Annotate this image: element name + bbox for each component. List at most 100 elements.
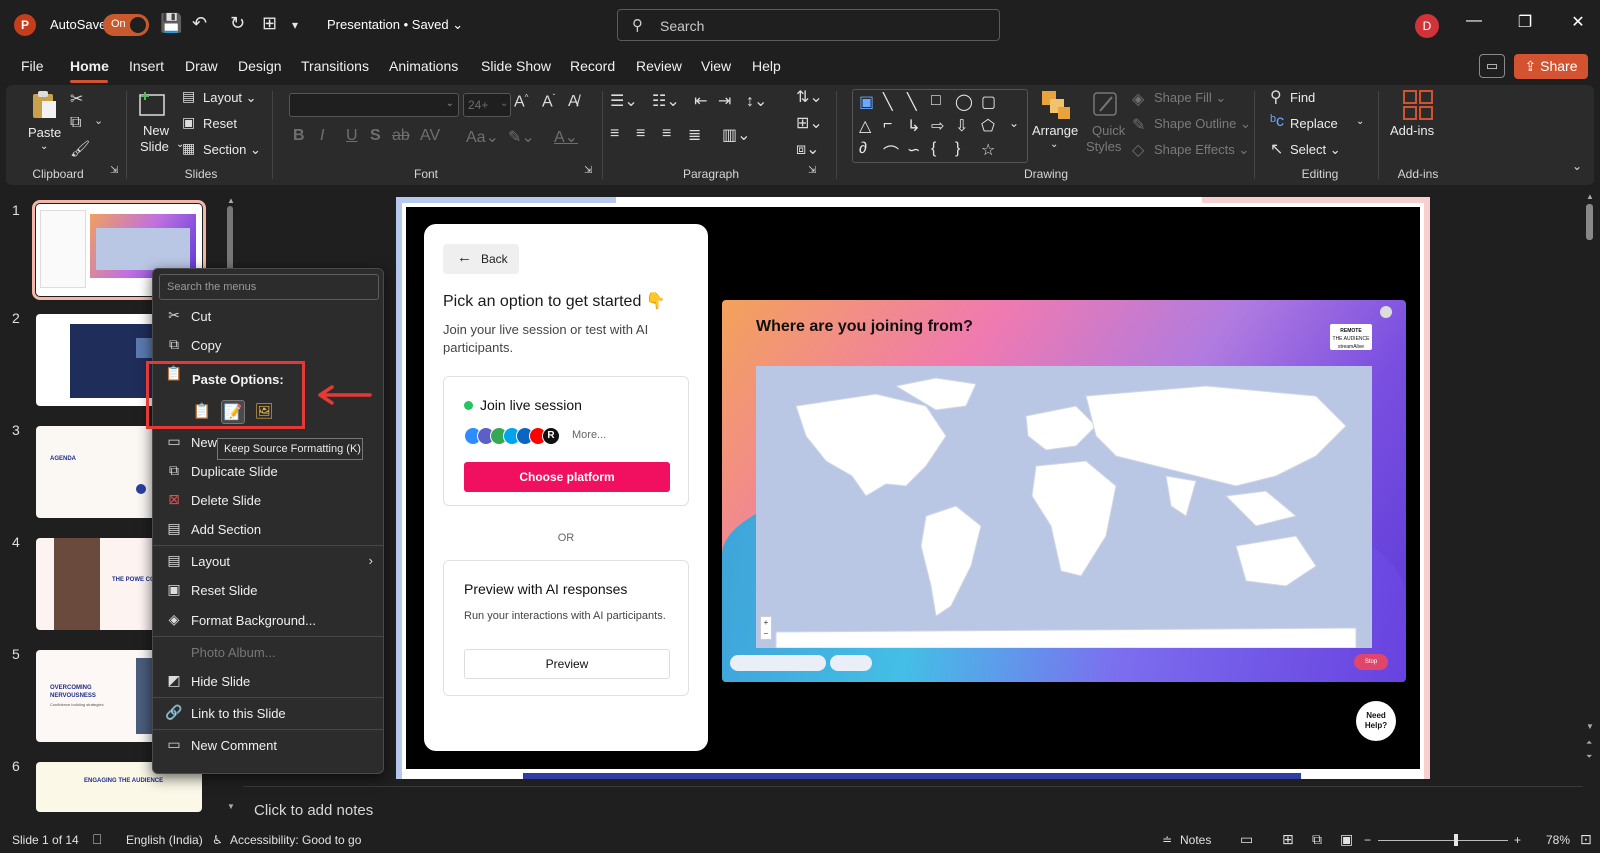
shapes-more-icon[interactable]: ⌄ <box>1009 116 1019 130</box>
quick-styles-label-1[interactable]: Quick <box>1092 123 1125 138</box>
replace-dropdown-icon[interactable]: ⌄ <box>1356 116 1364 127</box>
map-toolbar[interactable] <box>730 655 826 671</box>
slide-canvas[interactable]: ← Back Pick an option to get started 👇 J… <box>396 197 1430 779</box>
copy-dropdown-icon[interactable]: ⌄ <box>94 114 103 127</box>
smartart-icon[interactable]: ⧈⌄ <box>796 139 820 159</box>
stop-button[interactable]: Stop <box>1354 654 1388 670</box>
save-icon[interactable]: 💾 <box>160 13 182 34</box>
curve-shape-icon[interactable]: ∽ <box>907 140 920 160</box>
zoom-in-icon[interactable]: + <box>1514 833 1521 847</box>
scroll-up-icon[interactable]: ▲ <box>227 196 235 205</box>
format-background-menu-item[interactable]: ◈ Format Background... <box>153 607 383 633</box>
tab-view[interactable]: View <box>701 58 731 74</box>
slide-scrollbar[interactable]: ▲ ▼ ⏶ ⏷ <box>1583 192 1597 772</box>
scroll-down-icon[interactable]: ▼ <box>227 802 235 811</box>
oval-shape-icon[interactable]: ◯ <box>955 92 973 112</box>
language-status[interactable]: English (India) <box>126 833 203 847</box>
font-launcher-icon[interactable]: ⇲ <box>584 165 592 176</box>
clipboard-launcher-icon[interactable]: ⇲ <box>110 165 118 176</box>
textbox-shape-icon[interactable]: ▣ <box>859 92 874 112</box>
share-button[interactable]: ⇪ Share <box>1514 54 1588 79</box>
use-destination-theme-icon[interactable]: 📋 <box>190 400 214 424</box>
redo-icon[interactable]: ↻ <box>230 13 245 34</box>
more-platforms-link[interactable]: More... <box>572 429 606 441</box>
tab-design[interactable]: Design <box>238 58 282 74</box>
tab-record[interactable]: Record <box>570 58 615 74</box>
new-slide-icon[interactable] <box>137 89 169 121</box>
freeform-shape-icon[interactable]: ∂ <box>859 140 867 158</box>
notes-button[interactable]: Notes <box>1180 833 1211 847</box>
scroll-up-icon[interactable]: ▲ <box>1586 192 1594 201</box>
shape-effects-button[interactable]: Shape Effects ⌄ <box>1154 142 1249 158</box>
scroll-thumb[interactable] <box>227 206 233 276</box>
layout-button[interactable]: Layout ⌄ <box>203 90 257 106</box>
keep-source-formatting-icon[interactable]: 📝 <box>221 400 245 424</box>
spelling-icon[interactable]: ⎕ <box>93 831 101 848</box>
replace-button[interactable]: Replace <box>1290 116 1338 131</box>
slideshow-view-icon[interactable]: ▣ <box>1340 831 1353 848</box>
autosave-toggle[interactable]: On <box>103 14 149 36</box>
search-input[interactable]: ⚲ Search <box>617 9 1000 41</box>
section-button[interactable]: Section ⌄ <box>203 142 261 158</box>
fit-slide-icon[interactable]: ⊡ <box>1580 831 1592 848</box>
tab-transitions[interactable]: Transitions <box>301 58 369 74</box>
zoom-controls[interactable]: + − <box>760 616 772 640</box>
shapes-gallery[interactable]: ▣ ╲ ╲ □ ◯ ▢ △ ⌐ ↳ ⇨ ⇩ ⬠ ∂ ⌒ ∽ { } ☆ ⌄ <box>852 89 1028 163</box>
normal-view-icon[interactable]: ▭ <box>1240 831 1253 848</box>
choose-platform-button[interactable]: Choose platform <box>464 462 670 492</box>
increase-indent-icon[interactable]: ⇥ <box>718 91 731 111</box>
font-size-input[interactable]: 24+ ⌄ <box>463 93 511 117</box>
change-case-icon[interactable]: Aa⌄ <box>466 127 499 147</box>
character-spacing-icon[interactable]: AV <box>420 127 440 145</box>
tab-animations[interactable]: Animations <box>389 58 458 74</box>
reading-view-icon[interactable]: ⧉ <box>1312 831 1322 848</box>
decrease-indent-icon[interactable]: ⇤ <box>694 91 707 111</box>
paste-icon[interactable] <box>28 89 60 121</box>
undo-icon[interactable]: ↶ <box>192 13 207 34</box>
restore-icon[interactable]: ❐ <box>1513 12 1537 32</box>
previous-slide-icon[interactable]: ⏶ <box>1586 738 1592 748</box>
world-map[interactable]: + − <box>756 366 1372 648</box>
diagonal-shape-icon[interactable]: ╲ <box>907 92 917 112</box>
justify-icon[interactable]: ≣ <box>688 125 701 145</box>
next-slide-icon[interactable]: ⏷ <box>1586 752 1592 762</box>
align-left-icon[interactable]: ≡ <box>610 125 619 143</box>
tab-draw[interactable]: Draw <box>185 58 218 74</box>
bullets-icon[interactable]: ☰⌄ <box>610 91 638 111</box>
tab-insert[interactable]: Insert <box>129 58 164 74</box>
copy-menu-item[interactable]: ⧉ Copy <box>153 332 383 358</box>
left-brace-shape-icon[interactable]: { <box>931 140 936 158</box>
arrange-dropdown-icon[interactable]: ⌄ <box>1050 139 1058 150</box>
accessibility-status[interactable]: Accessibility: Good to go <box>230 833 361 847</box>
avatar[interactable]: D <box>1415 14 1439 38</box>
close-activity-icon[interactable] <box>1380 306 1392 318</box>
zoom-slider[interactable] <box>1378 840 1508 841</box>
increase-font-icon[interactable]: A^ <box>514 93 528 111</box>
shadow-icon[interactable]: S <box>370 127 381 145</box>
zoom-out-icon[interactable]: − <box>1364 833 1371 847</box>
font-color-icon[interactable]: A⌄ <box>554 127 578 147</box>
arrange-button[interactable]: Arrange <box>1032 123 1078 138</box>
font-family-input[interactable]: ⌄ <box>289 93 459 117</box>
line-spacing-icon[interactable]: ↕⌄ <box>746 91 767 111</box>
numbering-icon[interactable]: ☷⌄ <box>652 91 680 111</box>
present-icon[interactable]: ⊞ <box>262 13 277 34</box>
right-brace-shape-icon[interactable]: } <box>955 140 960 158</box>
elbow-arrow-shape-icon[interactable]: ↳ <box>907 116 920 136</box>
add-section-menu-item[interactable]: ▤ Add Section <box>153 516 383 542</box>
find-button[interactable]: Find <box>1290 90 1315 105</box>
preview-button[interactable]: Preview <box>464 649 670 679</box>
quick-styles-icon[interactable] <box>1090 89 1122 121</box>
hide-slide-menu-item[interactable]: ◩ Hide Slide <box>153 668 383 694</box>
slide-sorter-icon[interactable]: ⊞ <box>1282 831 1294 848</box>
new-comment-menu-item[interactable]: ▭ New Comment <box>153 732 383 758</box>
text-direction-icon[interactable]: ⇅⌄ <box>796 87 823 107</box>
collapse-ribbon-icon[interactable]: ⌄ <box>1572 159 1582 173</box>
bold-icon[interactable]: B <box>293 127 305 145</box>
back-button[interactable]: ← Back <box>443 244 519 274</box>
tab-file[interactable]: File <box>21 58 44 74</box>
rectangle-shape-icon[interactable]: □ <box>931 92 941 110</box>
columns-icon[interactable]: ▥⌄ <box>722 125 751 145</box>
document-title[interactable]: Presentation • Saved ⌄ <box>327 17 463 33</box>
new-slide-label-1[interactable]: New <box>143 123 169 138</box>
